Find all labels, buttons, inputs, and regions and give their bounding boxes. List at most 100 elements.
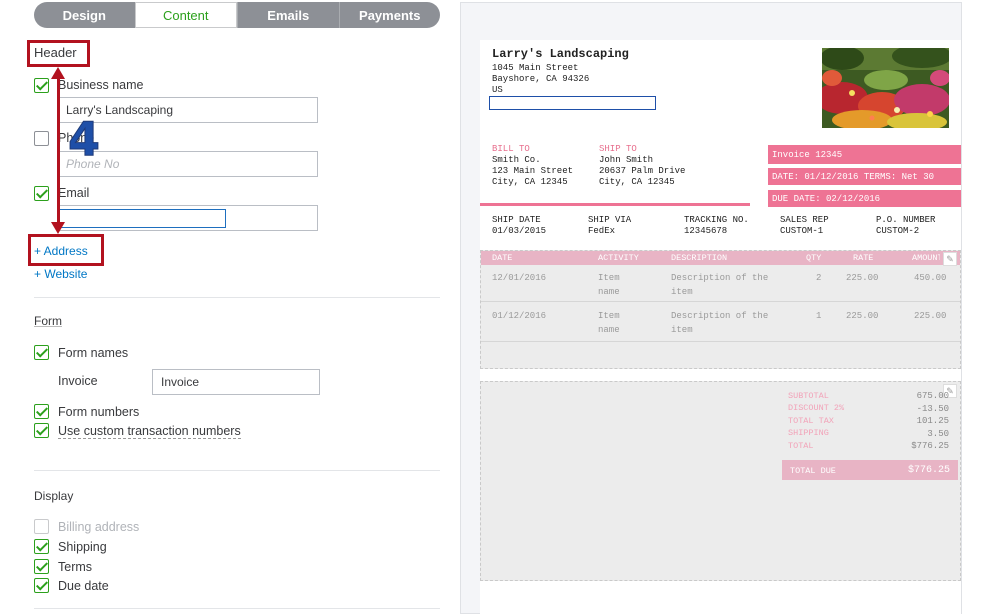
add-website-link[interactable]: + Website: [34, 267, 87, 281]
ship-to-label: SHIP TO: [599, 144, 637, 154]
annotation-step-number: 4: [67, 112, 101, 167]
tab-emails[interactable]: Emails: [237, 2, 339, 28]
ship-header: SALES REP: [780, 215, 829, 225]
due-date-checkbox[interactable]: [34, 578, 49, 593]
line-description: item: [671, 287, 693, 297]
form-names-label: Form names: [58, 346, 129, 360]
company-address-line: US: [492, 85, 503, 95]
annotation-arrow-shaft: [57, 78, 60, 224]
line-activity: Item: [598, 273, 620, 283]
ship-value: 01/03/2015: [492, 226, 547, 236]
summary-label: TOTAL TAX: [788, 416, 834, 426]
summary-label: DISCOUNT 2%: [788, 403, 845, 413]
tab-content[interactable]: Content: [134, 2, 237, 28]
company-address-line: Bayshore, CA 94326: [492, 74, 590, 84]
column-header: ACTIVITY: [598, 253, 639, 263]
business-name-label: Business name: [58, 78, 144, 92]
row-divider: [481, 301, 960, 302]
column-header: DATE: [492, 253, 513, 263]
company-name: Larry's Landscaping: [492, 47, 629, 61]
custom-txn-label[interactable]: Use custom transaction numbers: [58, 424, 241, 439]
shipping-checkbox[interactable]: [34, 539, 49, 554]
invoice-name-input[interactable]: [152, 369, 320, 395]
pink-divider: [480, 203, 750, 206]
ship-header: SHIP VIA: [588, 215, 632, 225]
line-description: Description of the: [671, 311, 769, 321]
total-due-value: $776.25: [907, 465, 950, 476]
bill-to-label: BILL TO: [492, 144, 530, 154]
ship-to-line: John Smith: [599, 155, 654, 165]
billing-address-checkbox: [34, 519, 49, 534]
line-qty: 1: [816, 311, 822, 321]
column-header: RATE: [853, 253, 874, 263]
summary-label: SUBTOTAL: [788, 391, 829, 401]
column-header: DESCRIPTION: [671, 253, 728, 263]
summary-value: 101.25: [916, 416, 949, 426]
line-amount: 450.00: [914, 273, 947, 283]
ship-value: CUSTOM-2: [876, 226, 920, 236]
divider: [34, 470, 440, 471]
company-address-line: 1045 Main Street: [492, 63, 579, 73]
due-date-label: Due date: [58, 579, 109, 593]
ship-header: P.O. NUMBER: [876, 215, 936, 225]
ship-to-line: City, CA 12345: [599, 177, 675, 187]
ship-header: TRACKING NO.: [684, 215, 749, 225]
email-input[interactable]: [58, 209, 226, 228]
business-name-checkbox[interactable]: [34, 78, 49, 93]
column-header: AMOUNT: [912, 253, 940, 263]
line-activity: name: [598, 325, 620, 335]
tab-payments[interactable]: Payments: [338, 2, 441, 28]
due-date-bar: DUE DATE: 02/12/2016: [768, 190, 961, 207]
annotation-address-box: [28, 234, 104, 266]
shipping-label: Shipping: [58, 540, 107, 554]
summary-value: $776.25: [911, 441, 949, 451]
line-date: 01/12/2016: [492, 311, 547, 321]
line-activity: Item: [598, 311, 620, 321]
ship-header: SHIP DATE: [492, 215, 541, 225]
bill-to-line: Smith Co.: [492, 155, 541, 165]
row-divider: [481, 341, 960, 342]
bill-to-line: City, CA 12345: [492, 177, 568, 187]
company-logo-image[interactable]: [816, 44, 952, 131]
form-names-checkbox[interactable]: [34, 345, 49, 360]
email-label: Email: [58, 186, 90, 200]
line-rate: 225.00: [846, 311, 879, 321]
column-header: QTY: [806, 253, 822, 263]
invoice-number-bar: Invoice 12345: [768, 145, 961, 164]
form-section-title: Form: [34, 314, 62, 328]
terms-label: Terms: [58, 560, 93, 574]
divider: [34, 608, 440, 609]
ship-value: FedEx: [588, 226, 616, 236]
divider: [34, 297, 440, 298]
line-date: 12/01/2016: [492, 273, 547, 283]
email-checkbox[interactable]: [34, 186, 49, 201]
line-amount: 225.00: [914, 311, 947, 321]
edit-pencil-icon[interactable]: ✎: [943, 252, 957, 266]
ship-value: 12345678: [684, 226, 728, 236]
billing-address-label: Billing address: [58, 520, 140, 534]
annotation-header-box: [27, 40, 90, 67]
line-rate: 225.00: [846, 273, 879, 283]
tab-design[interactable]: Design: [34, 2, 135, 28]
phone-checkbox[interactable]: [34, 131, 49, 146]
form-numbers-checkbox[interactable]: [34, 404, 49, 419]
summary-label: TOTAL: [788, 441, 814, 451]
summary-value: 675.00: [916, 391, 949, 401]
ship-value: CUSTOM-1: [780, 226, 824, 236]
terms-checkbox[interactable]: [34, 559, 49, 574]
annotation-arrow-down-icon: [51, 222, 65, 234]
line-description: Description of the: [671, 273, 769, 283]
ship-to-line: 20637 Palm Drive: [599, 166, 686, 176]
custom-txn-checkbox[interactable]: [34, 423, 49, 438]
invoice-name-label: Invoice: [58, 374, 98, 388]
email-placeholder-box[interactable]: [489, 96, 656, 110]
form-numbers-label: Form numbers: [58, 405, 140, 419]
customize-tabs: Design Content Emails Payments: [34, 2, 440, 28]
display-section-title: Display: [34, 489, 74, 503]
line-description: item: [671, 325, 693, 335]
line-activity: name: [598, 287, 620, 297]
line-qty: 2: [816, 273, 822, 283]
bill-to-line: 123 Main Street: [492, 166, 574, 176]
summary-label: SHIPPING: [788, 428, 829, 438]
summary-section[interactable]: [480, 381, 961, 581]
